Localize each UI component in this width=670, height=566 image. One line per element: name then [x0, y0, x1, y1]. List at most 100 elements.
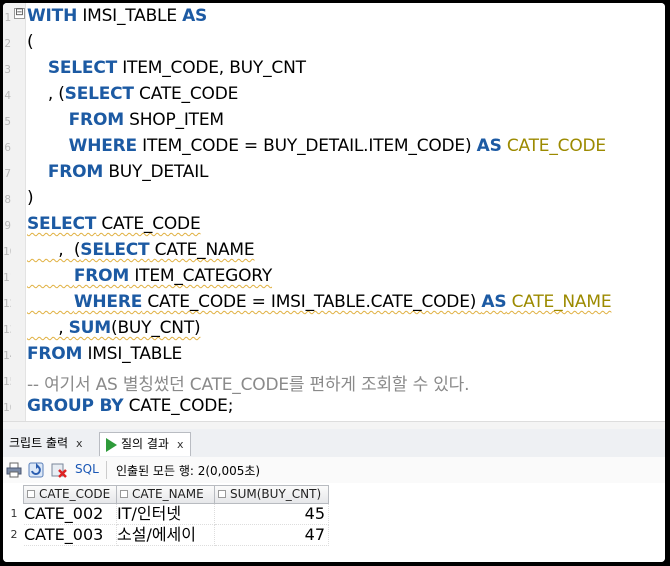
cancel-query-icon[interactable] — [51, 462, 67, 478]
code-line[interactable]: SELECT ITEM_CODE, BUY_CNT — [27, 58, 306, 78]
column-header-label: CATE_CODE — [39, 487, 111, 501]
code-token: IMSI_TABLE — [77, 6, 183, 26]
cell-cate-name[interactable]: 소설/에세이 — [117, 525, 215, 546]
line-number: 12 — [3, 297, 11, 310]
tab-query-result[interactable]: 질의 결과 x — [99, 432, 191, 456]
code-token: (BUY_CNT) — [111, 318, 201, 338]
cell-sum-buy-cnt[interactable]: 47 — [215, 525, 329, 546]
run-icon — [106, 437, 117, 452]
code-token: CATE_CODE = IMSI_TABLE.CATE_CODE) — [142, 292, 482, 312]
code-line[interactable]: WHERE ITEM_CODE = BUY_DETAIL.ITEM_CODE) … — [27, 136, 606, 156]
column-header-cate-name[interactable]: CATE_NAME — [116, 485, 215, 504]
code-line[interactable]: FROM IMSI_TABLE — [27, 344, 182, 364]
code-token: CATE_CODE — [133, 84, 239, 104]
column-sort-icon — [218, 490, 226, 498]
code-token: SHOP_ITEM — [123, 110, 224, 130]
code-token: ) — [27, 188, 34, 208]
line-number: 8 — [4, 193, 11, 206]
code-line[interactable]: , (SELECT CATE_NAME — [27, 240, 254, 260]
tab-query-result-label: 질의 결과 — [121, 437, 169, 451]
sql-keyword: SUM — [68, 318, 112, 338]
code-token: CATE_CODE — [96, 214, 201, 234]
sql-link[interactable]: SQL — [75, 462, 99, 476]
code-line[interactable]: , (SELECT CATE_CODE — [27, 84, 239, 104]
cell-sum-buy-cnt[interactable]: 45 — [215, 504, 329, 525]
code-token: ITEM_CODE = BUY_DETAIL.ITEM_CODE) — [136, 136, 477, 156]
sql-keyword: AS — [476, 136, 502, 156]
result-grid[interactable]: CATE_CODE CATE_NAME SUM(BUY_CNT) 1 CATE_… — [3, 483, 665, 562]
refresh-icon[interactable] — [28, 462, 44, 478]
code-token: ITEM_CODE, BUY_CNT — [117, 58, 306, 78]
code-line[interactable]: -- 여기서 AS 별칭썼던 CATE_CODE를 편하게 조회할 수 있다. — [27, 370, 469, 395]
sql-keyword: FROM — [68, 110, 124, 130]
sql-keyword: SELECT — [64, 84, 134, 104]
column-alias: CATE_NAME — [506, 292, 612, 312]
column-header-cate-code[interactable]: CATE_CODE — [23, 485, 117, 504]
sql-comment: -- 여기서 AS 별칭썼던 CATE_CODE를 편하게 조회할 수 있다. — [27, 375, 470, 395]
code-token: IMSI_TABLE — [82, 344, 183, 364]
code-line[interactable]: , SUM(BUY_CNT) — [27, 318, 200, 338]
line-gutter: 12345678910111213141516 — [3, 3, 26, 429]
sql-keyword: AS — [182, 6, 208, 26]
line-number: 2 — [4, 37, 11, 50]
cell-cate-code[interactable]: CATE_003 — [24, 525, 117, 546]
line-number: 11 — [3, 271, 11, 284]
code-line[interactable]: FROM ITEM_CATEGORY — [27, 266, 272, 286]
close-icon[interactable]: x — [76, 437, 83, 450]
sql-keyword: SELECT — [80, 240, 150, 260]
line-number: 16 — [3, 401, 11, 414]
sql-keyword: WHERE — [68, 136, 137, 156]
column-alias: CATE_CODE — [501, 136, 606, 156]
line-number: 4 — [4, 89, 11, 102]
line-number: 6 — [4, 141, 11, 154]
code-line[interactable]: GROUP BY CATE_CODE; — [27, 396, 233, 416]
code-token: , — [27, 318, 69, 338]
sql-keyword: AS — [481, 292, 507, 312]
line-number: 15 — [3, 375, 11, 388]
line-number: 1 — [4, 11, 11, 24]
sql-keyword: SELECT — [27, 214, 97, 234]
column-header-label: SUM(BUY_CNT) — [230, 487, 322, 501]
sql-keyword: FROM — [73, 266, 130, 286]
code-line[interactable]: ) — [27, 188, 34, 208]
code-token: , ( — [27, 84, 65, 104]
sql-editor[interactable]: 12345678910111213141516 ⊟ WITH IMSI_TABL… — [3, 3, 665, 430]
fold-toggle-icon[interactable]: ⊟ — [14, 8, 25, 19]
code-line[interactable]: FROM SHOP_ITEM — [27, 110, 224, 130]
line-number: 14 — [3, 349, 11, 362]
code-token: BUY_DETAIL — [103, 162, 209, 182]
line-number: 9 — [4, 219, 11, 232]
code-line[interactable]: FROM BUY_DETAIL — [27, 162, 209, 182]
sql-keyword: SELECT — [47, 58, 118, 78]
toolbar-divider — [106, 461, 107, 479]
code-token: ITEM_CATEGORY — [129, 266, 273, 286]
tab-script-output[interactable]: 크립트 출력 x — [3, 432, 89, 455]
window: 12345678910111213141516 ⊟ WITH IMSI_TABL… — [3, 3, 665, 562]
code-line[interactable]: SELECT CATE_CODE — [27, 214, 201, 234]
sql-keyword: WITH — [27, 6, 78, 26]
code-line[interactable]: WHERE CATE_CODE = IMSI_TABLE.CATE_CODE) … — [27, 292, 612, 312]
fetch-status: 인출된 모든 행: 2(0,005초) — [116, 464, 261, 478]
column-header-label: CATE_NAME — [132, 487, 204, 501]
column-header-sum-buy-cnt[interactable]: SUM(BUY_CNT) — [214, 485, 329, 504]
tab-script-output-label: 크립트 출력 — [9, 436, 69, 450]
sql-keyword: WHERE — [73, 292, 143, 312]
code-line[interactable]: WITH IMSI_TABLE AS — [27, 6, 207, 26]
column-sort-icon — [120, 490, 128, 498]
print-icon[interactable] — [6, 462, 22, 478]
code-token: CATE_NAME — [149, 240, 255, 260]
cell-cate-code[interactable]: CATE_002 — [24, 504, 117, 525]
result-toolbar: SQL 인출된 모든 행: 2(0,005초) — [3, 457, 665, 484]
line-number: 10 — [3, 245, 11, 258]
cell-cate-name[interactable]: IT/인터넷 — [117, 504, 215, 525]
close-icon[interactable]: x — [177, 438, 184, 451]
row-number: 2 — [10, 528, 18, 541]
code-line[interactable]: ( — [27, 32, 34, 52]
sql-keyword: FROM — [27, 344, 83, 364]
code-token: , ( — [27, 240, 81, 260]
